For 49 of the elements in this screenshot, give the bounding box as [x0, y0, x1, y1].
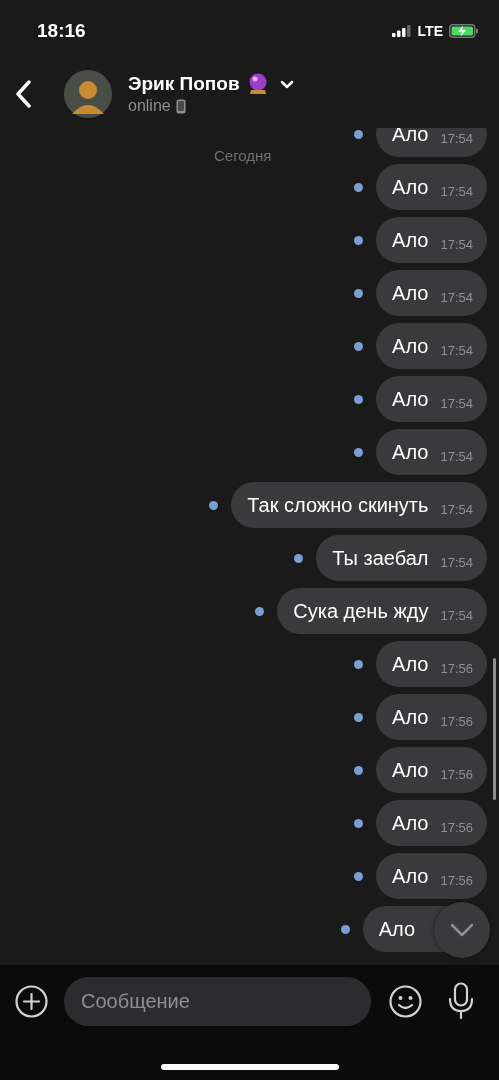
message-time: 17:54 [440, 607, 473, 626]
message-text: Ало [392, 175, 429, 200]
message-time: 17:54 [440, 130, 473, 149]
message-time: 17:54 [440, 236, 473, 255]
presence-status: online [128, 96, 171, 116]
network-label: LTE [417, 21, 443, 41]
microphone-icon[interactable] [448, 982, 474, 1020]
message-text: Ало [392, 705, 429, 730]
message-text: Ало [392, 128, 429, 147]
message-text: Ало [392, 758, 429, 783]
message-time: 17:54 [440, 448, 473, 467]
crystal-ball-icon [247, 73, 268, 95]
avatar[interactable] [64, 70, 112, 118]
message-text: Ало [392, 652, 429, 677]
message-time: 17:54 [440, 554, 473, 573]
message-text: Так сложно скинуть [247, 493, 429, 518]
status-time: 18:16 [37, 18, 86, 43]
message-time: 17:54 [440, 342, 473, 361]
battery-charging-icon [449, 24, 479, 38]
contact-name[interactable]: Эрик Попов [128, 72, 240, 96]
signal-icon [391, 25, 412, 37]
message-time: 17:54 [440, 501, 473, 520]
message-time: 17:56 [440, 713, 473, 732]
back-icon[interactable] [14, 80, 32, 108]
message-time: 17:54 [440, 395, 473, 414]
date-label: Сегодня [214, 146, 272, 166]
scroll-down-button[interactable] [434, 902, 490, 958]
message-text: Сука день жду [293, 599, 429, 624]
message-text: Ало [392, 334, 429, 359]
chevron-down-icon [450, 923, 474, 937]
message-time: 17:54 [440, 183, 473, 202]
message-input[interactable]: Сообщение [64, 976, 371, 1026]
message-text: Ало [392, 811, 429, 836]
message-text: Ало [392, 440, 429, 465]
message-text: Ало [392, 281, 429, 306]
chevron-down-icon[interactable] [279, 79, 294, 89]
message-text: Ало [392, 387, 429, 412]
message-time: 17:56 [440, 819, 473, 838]
message-text: Ало [392, 228, 429, 253]
message-text: Ты заебал [332, 546, 429, 571]
message-time: 17:56 [440, 872, 473, 891]
message-text: Ало [392, 864, 429, 889]
message-time: 17:56 [440, 660, 473, 679]
add-icon[interactable] [15, 984, 48, 1018]
message-time: 17:56 [440, 766, 473, 785]
message-text: Ало [378, 917, 415, 942]
phone-icon [175, 98, 186, 114]
message-time: 17:54 [440, 289, 473, 308]
emoji-icon[interactable] [389, 984, 422, 1018]
